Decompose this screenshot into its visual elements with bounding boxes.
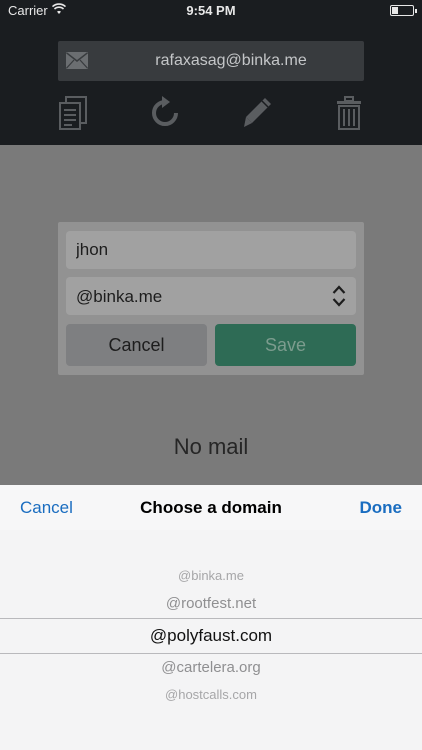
domain-select[interactable]: @binka.me	[66, 277, 356, 315]
edit-icon[interactable]	[240, 95, 274, 131]
picker-option[interactable]: @cartelera.org	[0, 659, 422, 676]
picker-option[interactable]: @binka.me	[0, 568, 422, 583]
email-address-box[interactable]: rafaxasag@binka.me	[58, 41, 364, 81]
picker-toolbar: Cancel Choose a domain Done	[0, 485, 422, 530]
save-button[interactable]: Save	[215, 324, 356, 366]
copy-icon[interactable]	[56, 95, 90, 131]
picker-option-selected[interactable]: @polyfaust.com	[0, 626, 422, 646]
app-header: rafaxasag@binka.me	[0, 22, 422, 145]
trash-icon[interactable]	[332, 95, 366, 131]
status-bar: Carrier 9:54 PM	[0, 0, 422, 22]
empty-inbox-text: No mail	[173, 434, 249, 459]
chevron-updown-icon	[332, 284, 346, 308]
picker-option[interactable]: @hostcalls.com	[0, 687, 422, 702]
picker-done-button[interactable]: Done	[360, 498, 403, 518]
mail-icon	[66, 52, 88, 69]
picker-cancel-button[interactable]: Cancel	[20, 498, 73, 518]
battery-icon	[390, 5, 417, 16]
status-time: 9:54 PM	[186, 3, 236, 18]
domain-picker-wheel[interactable]: @binka.me @rootfest.net @polyfaust.com @…	[0, 530, 422, 750]
selection-indicator-top	[0, 618, 422, 619]
cancel-button[interactable]: Cancel	[66, 324, 207, 366]
selection-indicator-bottom	[0, 653, 422, 654]
picker-option[interactable]: @rootfest.net	[0, 595, 422, 612]
refresh-icon[interactable]	[148, 95, 182, 131]
domain-select-value: @binka.me	[76, 287, 163, 306]
username-input[interactable]	[66, 231, 356, 269]
change-address-dialog: @binka.me Cancel Save	[58, 222, 364, 375]
email-address-text: rafaxasag@binka.me	[155, 52, 307, 69]
